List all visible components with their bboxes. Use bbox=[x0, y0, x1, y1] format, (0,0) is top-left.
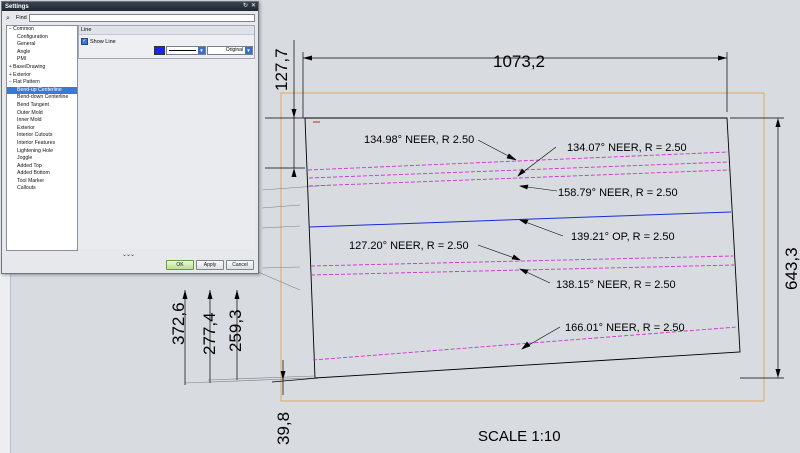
dim-372: 372,6 bbox=[169, 302, 188, 345]
tree-item-label: Angle bbox=[17, 48, 31, 55]
scale-label: SCALE 1:10 bbox=[478, 428, 561, 445]
tree-item[interactable]: Exterior bbox=[7, 125, 77, 133]
tree-item-label: Bend-down Centerline bbox=[17, 94, 69, 101]
tree-item[interactable]: Joggle bbox=[7, 155, 77, 163]
tree-item-label: Common bbox=[13, 26, 35, 32]
tree-item-label: Callouts bbox=[17, 185, 36, 192]
dim-height: 643,3 bbox=[782, 247, 800, 290]
line-group: Line ✓ Show Line ▼ Original ▼ bbox=[78, 25, 255, 59]
tree-item-label: Interior Features bbox=[17, 139, 56, 146]
bend-note[interactable]: 139.21° OP, R = 2.50 bbox=[571, 231, 675, 243]
tree-item-label: Bend Tangent bbox=[17, 101, 49, 108]
solid-line-preview bbox=[169, 50, 196, 51]
tree-item[interactable]: Configuration bbox=[7, 34, 77, 42]
dimension-arrows bbox=[182, 55, 781, 380]
apply-button[interactable]: Apply bbox=[196, 260, 224, 270]
tree-item-label: Flat Pattern bbox=[13, 79, 40, 86]
bend-note[interactable]: 166.01° NEER, R = 2.50 bbox=[565, 322, 685, 334]
tree-item[interactable]: +Base/Drawing bbox=[7, 64, 77, 72]
line-width-value: Original bbox=[225, 47, 243, 53]
line-width-dropdown[interactable]: Original ▼ bbox=[207, 46, 253, 55]
tree-item[interactable]: Bend-down Centerline bbox=[7, 94, 77, 102]
tree-item-label: Tool Marker bbox=[17, 177, 45, 184]
tree-item-label: Added Top bbox=[17, 162, 42, 169]
show-line-label: Show Line bbox=[90, 38, 116, 45]
tree-item[interactable]: Outer Mold bbox=[7, 110, 77, 118]
tree-item[interactable]: PMI bbox=[7, 56, 77, 64]
dim-277: 277,4 bbox=[200, 312, 219, 355]
settings-tree[interactable]: −Common Configuration General Angle PMI +Base… bbox=[6, 25, 78, 251]
tree-item[interactable]: Bend Tangent bbox=[7, 102, 77, 110]
tree-item[interactable]: +Exterior bbox=[7, 72, 77, 80]
tree-item[interactable]: General bbox=[7, 41, 77, 49]
tree-item[interactable]: Added Top bbox=[7, 163, 77, 171]
tree-item[interactable]: Inner Mold bbox=[7, 117, 77, 125]
bend-note[interactable]: 138.15° NEER, R = 2.50 bbox=[556, 279, 676, 291]
tree-item[interactable]: Interior Cutouts bbox=[7, 132, 77, 140]
find-label: Find bbox=[16, 15, 27, 21]
close-icon[interactable]: ✕ bbox=[250, 3, 257, 10]
dim-259: 259,3 bbox=[226, 309, 245, 352]
tree-item-label: Outer Mold bbox=[17, 109, 43, 116]
dim-398: 39,8 bbox=[274, 412, 293, 445]
dialog-title: Settings bbox=[5, 3, 29, 10]
tree-item-label: General bbox=[17, 41, 36, 48]
tree-item-label: Lightening Hole bbox=[17, 147, 54, 154]
tree-item-label: Bend-up Centerline bbox=[17, 86, 62, 93]
tree-item[interactable]: Bend-up Centerline bbox=[7, 86, 77, 95]
chevron-down-icon[interactable]: ▼ bbox=[198, 47, 205, 54]
ok-button[interactable]: OK bbox=[166, 260, 194, 270]
tree-item[interactable]: Angle bbox=[7, 49, 77, 57]
checkbox-icon[interactable]: ✓ bbox=[81, 38, 88, 45]
dim-top-offset: 127,7 bbox=[272, 48, 291, 91]
tree-item-label: Exterior bbox=[13, 71, 31, 78]
chevron-down-icon[interactable]: ▼ bbox=[245, 47, 252, 54]
bend-note[interactable]: 127.20° NEER, R = 2.50 bbox=[349, 240, 469, 252]
bend-note[interactable]: 158.79° NEER, R = 2.50 bbox=[558, 187, 678, 199]
tree-item[interactable]: Lightening Hole bbox=[7, 148, 77, 156]
tree-item-label: PMI bbox=[17, 56, 27, 63]
line-color-swatch[interactable] bbox=[154, 46, 165, 55]
tree-item-label: Added Bottom bbox=[17, 170, 50, 177]
bend-note[interactable]: 134.98° NEER, R 2.50 bbox=[364, 134, 474, 146]
tree-item-label: Joggle bbox=[17, 155, 33, 162]
binoculars-icon: ⌕ bbox=[6, 14, 10, 22]
tree-item-label: Base/Drawing bbox=[13, 63, 46, 70]
bend-note[interactable]: 134.07° NEER, R = 2.50 bbox=[567, 142, 687, 154]
settings-panel: Line ✓ Show Line ▼ Original ▼ bbox=[78, 25, 255, 249]
dialog-titlebar[interactable]: Settings ↻ ✕ bbox=[2, 2, 258, 11]
tree-item-label: Inner Mold bbox=[17, 117, 42, 124]
find-input[interactable] bbox=[28, 14, 255, 22]
line-type-dropdown[interactable]: ▼ bbox=[166, 46, 206, 55]
tree-item[interactable]: Tool Marker bbox=[7, 178, 77, 186]
more-indicator[interactable]: ⌄⌄⌄ bbox=[122, 251, 135, 258]
tree-item-label: Exterior bbox=[17, 124, 35, 131]
tree-item-label: Interior Cutouts bbox=[17, 132, 53, 139]
find-row: ⌕ Find bbox=[6, 14, 255, 22]
tree-item[interactable]: Callouts bbox=[7, 185, 77, 193]
show-line-checkbox[interactable]: ✓ Show Line bbox=[81, 38, 116, 45]
tree-item[interactable]: Interior Features bbox=[7, 140, 77, 148]
settings-dialog: Settings ↻ ✕ ⌕ Find −Common Configuration… bbox=[1, 1, 259, 274]
tree-item-label: Configuration bbox=[17, 33, 48, 40]
tree-item[interactable]: Added Bottom bbox=[7, 170, 77, 178]
reset-icon[interactable]: ↻ bbox=[242, 3, 249, 10]
dialog-buttons: OK Apply Cancel bbox=[166, 260, 254, 270]
tree-item[interactable]: −Flat Pattern bbox=[7, 79, 77, 87]
dim-width: 1073,2 bbox=[493, 52, 545, 71]
cancel-button[interactable]: Cancel bbox=[226, 260, 254, 270]
tree-item[interactable]: −Common bbox=[7, 26, 77, 34]
line-group-title: Line bbox=[79, 26, 254, 35]
